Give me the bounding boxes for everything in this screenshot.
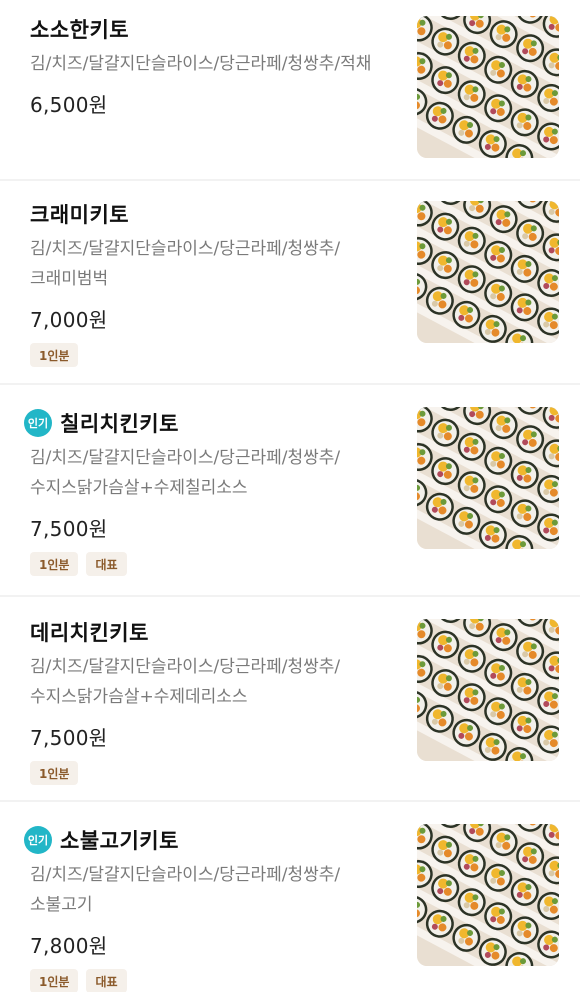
- menu-item-price: 7,500원: [30, 517, 108, 541]
- serving-tag: 1인분: [30, 343, 79, 367]
- menu-item-description: 김/치즈/달걀지단슬라이스/당근라페/청쌍추/ 수지스닭가슴살+수제데리소스: [30, 657, 341, 707]
- menu-item-name: 데리치킨키토: [30, 621, 149, 645]
- serving-tag: 1인분: [30, 761, 79, 785]
- signature-tag: 대표: [86, 552, 127, 576]
- menu-item-name: 칠리치킨키토: [60, 412, 179, 436]
- menu-item[interactable]: 소소한키토 김/치즈/달걀지단슬라이스/당근라페/청쌍추/적채 6,500원: [0, 0, 580, 181]
- menu-item[interactable]: 데리치킨키토 김/치즈/달걀지단슬라이스/당근라페/청쌍추/ 수지스닭가슴살+수…: [0, 597, 580, 802]
- kimbap-photo-icon: [417, 16, 559, 158]
- menu-item-photo[interactable]: [417, 407, 559, 549]
- menu-item[interactable]: 인기 칠리치킨키토 김/치즈/달걀지단슬라이스/당근라페/청쌍추/ 수지스닭가슴…: [0, 385, 580, 597]
- serving-tag: 1인분: [30, 552, 79, 576]
- menu-item-photo[interactable]: [417, 201, 559, 343]
- kimbap-photo-icon: [417, 824, 559, 966]
- menu-item[interactable]: 인기 소불고기키토 김/치즈/달걀지단슬라이스/당근라페/청쌍추/ 소불고기 7…: [0, 802, 580, 992]
- menu-item-price: 7,000원: [30, 308, 108, 332]
- popular-badge: 인기: [24, 826, 52, 854]
- menu-item-photo[interactable]: [417, 619, 559, 761]
- menu-item-name: 소소한키토: [30, 18, 130, 42]
- signature-tag: 대표: [86, 969, 127, 992]
- kimbap-photo-icon: [417, 619, 559, 761]
- menu-list: 소소한키토 김/치즈/달걀지단슬라이스/당근라페/청쌍추/적채 6,500원 크…: [0, 0, 580, 992]
- kimbap-photo-icon: [417, 201, 559, 343]
- menu-item-description: 김/치즈/달걀지단슬라이스/당근라페/청쌍추/ 수지스닭가슴살+수제칠리소스: [30, 448, 341, 498]
- menu-item-description: 김/치즈/달걀지단슬라이스/당근라페/청쌍추/ 소불고기: [30, 865, 341, 915]
- menu-item-description: 김/치즈/달걀지단슬라이스/당근라페/청쌍추/ 크래미범벅: [30, 239, 341, 289]
- menu-item[interactable]: 크래미키토 김/치즈/달걀지단슬라이스/당근라페/청쌍추/ 크래미범벅 7,00…: [0, 181, 580, 385]
- serving-tag: 1인분: [30, 969, 79, 992]
- menu-item-photo[interactable]: [417, 824, 559, 966]
- popular-badge: 인기: [24, 409, 52, 437]
- menu-item-price: 6,500원: [30, 93, 108, 117]
- menu-item-price: 7,500원: [30, 726, 108, 750]
- menu-item-photo[interactable]: [417, 16, 559, 158]
- menu-item-description: 김/치즈/달걀지단슬라이스/당근라페/청쌍추/적채: [30, 54, 372, 74]
- menu-item-name: 크래미키토: [30, 203, 130, 227]
- menu-item-name: 소불고기키토: [60, 829, 179, 853]
- kimbap-photo-icon: [417, 407, 559, 549]
- menu-item-price: 7,800원: [30, 934, 108, 958]
